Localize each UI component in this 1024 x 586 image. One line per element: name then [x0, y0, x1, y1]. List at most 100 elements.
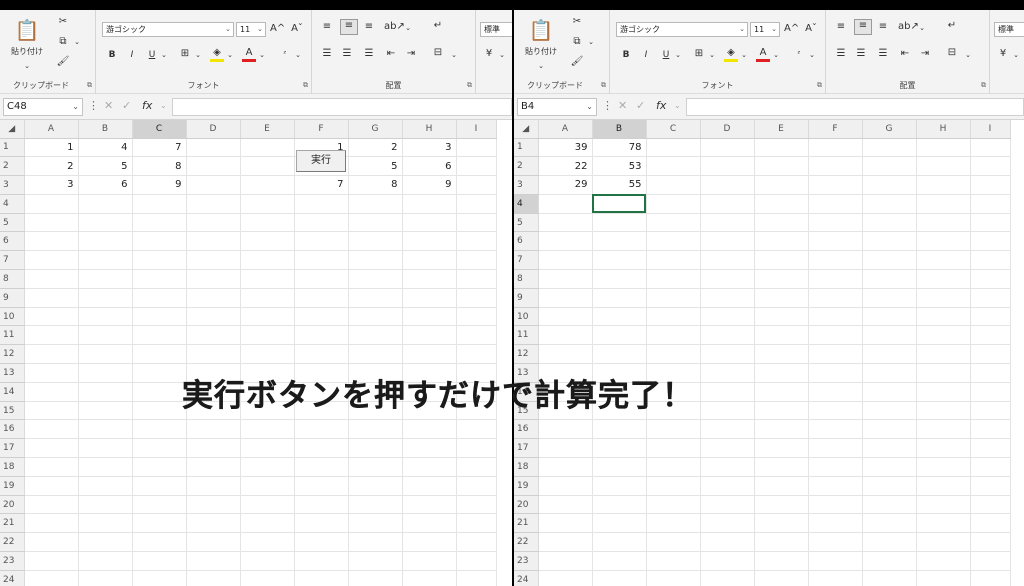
cell-F7[interactable] — [294, 250, 349, 271]
cell-F11[interactable] — [808, 325, 863, 346]
cell-H16[interactable] — [916, 419, 971, 440]
cell-A1[interactable]: 39 — [538, 138, 593, 158]
row-header-2[interactable]: 2 — [514, 156, 539, 177]
cell-I6[interactable] — [456, 231, 497, 252]
cell-G16[interactable] — [862, 419, 917, 440]
cell-A6[interactable] — [24, 231, 79, 252]
cell-C1[interactable]: 7 — [132, 138, 187, 158]
cell-I9[interactable] — [970, 288, 1011, 308]
cell-C11[interactable] — [646, 325, 701, 346]
row-header-8[interactable]: 8 — [0, 269, 25, 289]
cell-G5[interactable] — [862, 213, 917, 233]
cell-I21[interactable] — [456, 513, 497, 534]
cell-H9[interactable] — [916, 288, 971, 308]
cell-G14[interactable] — [862, 382, 917, 402]
cell-H1[interactable]: 3 — [402, 138, 457, 158]
cell-H23[interactable] — [916, 551, 971, 571]
cell-G5[interactable] — [348, 213, 403, 233]
cell-E5[interactable] — [240, 213, 295, 233]
cell-H6[interactable] — [916, 231, 971, 252]
cell-H3[interactable] — [916, 175, 971, 195]
cell-D16[interactable] — [700, 419, 755, 440]
column-header-F[interactable]: F — [808, 120, 863, 139]
shrink-font-icon[interactable]: Aˇ — [290, 23, 304, 35]
cell-G24[interactable] — [862, 570, 917, 586]
cell-F18[interactable] — [294, 457, 349, 477]
border-dropdown-icon[interactable]: ⌄ — [194, 49, 202, 61]
row-header-1[interactable]: 1 — [514, 138, 539, 158]
cell-D19[interactable] — [700, 476, 755, 496]
cell-D11[interactable] — [700, 325, 755, 346]
cell-H9[interactable] — [402, 288, 457, 308]
shrink-font-icon[interactable]: Aˇ — [804, 23, 818, 35]
cell-E19[interactable] — [754, 476, 809, 496]
cell-H12[interactable] — [402, 344, 457, 365]
name-box[interactable]: B4 ⌄ — [517, 98, 597, 116]
cell-C20[interactable] — [132, 495, 187, 515]
cell-E20[interactable] — [240, 495, 295, 515]
cell-C10[interactable] — [132, 307, 187, 327]
font-size-select[interactable]: 11 ⌄ — [750, 22, 780, 37]
cell-D5[interactable] — [700, 213, 755, 233]
insert-function-icon[interactable]: fx — [142, 99, 152, 112]
cell-G2[interactable]: 5 — [348, 156, 403, 177]
cancel-icon[interactable]: ✕ — [618, 99, 627, 112]
cell-G18[interactable] — [862, 457, 917, 477]
cell-F3[interactable] — [808, 175, 863, 195]
cell-C23[interactable] — [646, 551, 701, 571]
cell-F17[interactable] — [808, 438, 863, 459]
cell-B22[interactable] — [592, 532, 647, 553]
merge-center-icon[interactable]: ⊟ — [430, 47, 446, 59]
cell-H19[interactable] — [402, 476, 457, 496]
cell-A22[interactable] — [24, 532, 79, 553]
cell-D7[interactable] — [186, 250, 241, 271]
row-header-18[interactable]: 18 — [514, 457, 539, 477]
underline-dropdown-icon[interactable]: ⌄ — [674, 49, 682, 61]
cell-B24[interactable] — [78, 570, 133, 586]
cell-F5[interactable] — [808, 213, 863, 233]
cell-E11[interactable] — [240, 325, 295, 346]
cell-C17[interactable] — [646, 438, 701, 459]
cell-I6[interactable] — [970, 231, 1011, 252]
cell-I12[interactable] — [456, 344, 497, 365]
cell-A16[interactable] — [24, 419, 79, 440]
cell-A21[interactable] — [538, 513, 593, 534]
cell-E16[interactable] — [240, 419, 295, 440]
cell-G22[interactable] — [348, 532, 403, 553]
cell-B17[interactable] — [78, 438, 133, 459]
cell-F21[interactable] — [808, 513, 863, 534]
row-header-16[interactable]: 16 — [0, 419, 25, 440]
cell-I2[interactable] — [970, 156, 1011, 177]
row-header-7[interactable]: 7 — [514, 250, 539, 271]
cell-B5[interactable] — [592, 213, 647, 233]
fill-color-icon[interactable]: ◈ — [724, 47, 738, 62]
cell-D1[interactable] — [700, 138, 755, 158]
cell-H15[interactable] — [916, 401, 971, 421]
font-color-icon[interactable]: A — [242, 47, 256, 62]
row-header-6[interactable]: 6 — [0, 231, 25, 252]
number-format-select[interactable]: 標準 — [994, 22, 1024, 37]
cell-A1[interactable]: 1 — [24, 137, 79, 158]
name-box[interactable]: C48 ⌄ — [3, 98, 83, 116]
cell-I11[interactable] — [456, 325, 497, 346]
cell-C12[interactable] — [132, 344, 187, 365]
cell-E10[interactable] — [754, 307, 809, 327]
cell-F14[interactable] — [808, 382, 863, 402]
cell-I3[interactable] — [970, 175, 1011, 195]
formula-bar-menu-icon[interactable]: ⋮ — [602, 99, 613, 112]
format-painter-icon[interactable]: 🖌 — [570, 56, 584, 68]
cell-H18[interactable] — [916, 457, 971, 477]
cell-A8[interactable] — [24, 269, 79, 289]
cell-E20[interactable] — [754, 495, 809, 515]
cell-D13[interactable] — [700, 363, 755, 383]
cell-H11[interactable] — [916, 325, 971, 346]
row-header-24[interactable]: 24 — [514, 570, 539, 586]
cell-E6[interactable] — [754, 231, 809, 252]
cell-C23[interactable] — [132, 551, 187, 571]
cell-I20[interactable] — [970, 495, 1011, 515]
cell-F3[interactable]: 7 — [294, 175, 349, 195]
cell-I10[interactable] — [970, 307, 1011, 327]
cell-F7[interactable] — [808, 250, 863, 271]
cell-A21[interactable] — [24, 513, 79, 534]
cell-H2[interactable]: 6 — [402, 156, 457, 177]
